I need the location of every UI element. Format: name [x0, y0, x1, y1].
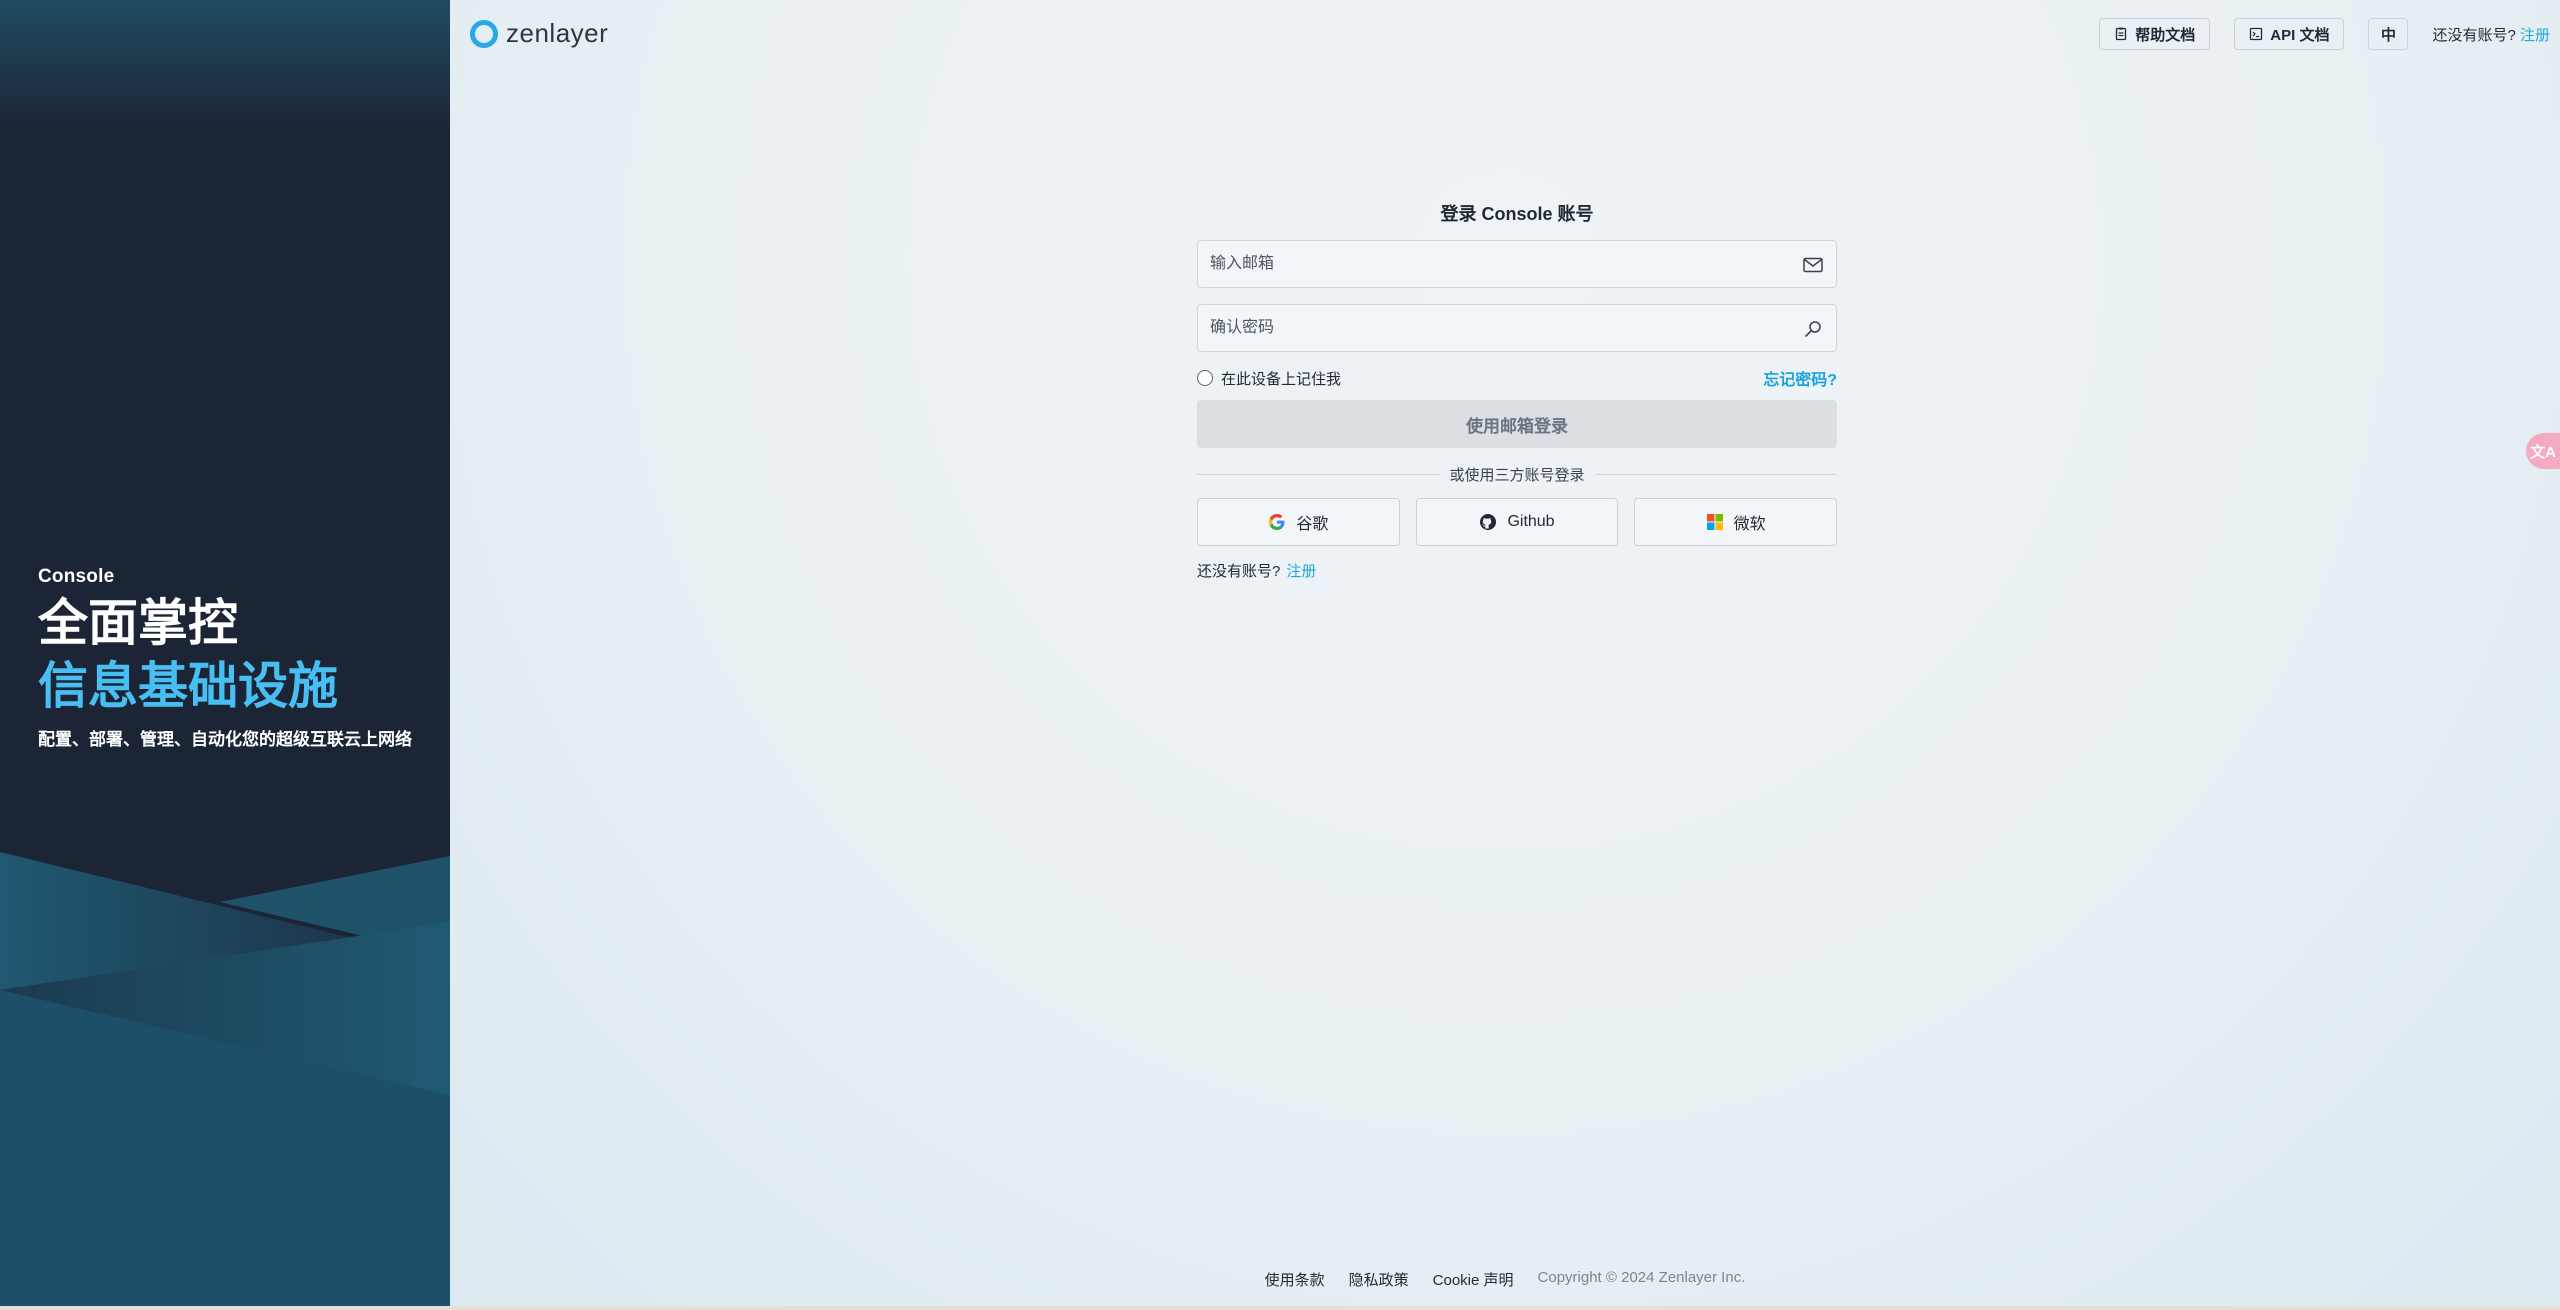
social-login-row: 谷歌 Github 微软 [1197, 498, 1838, 546]
document-icon [2116, 27, 2127, 41]
cookie-link[interactable]: Cookie 声明 [1433, 1269, 1514, 1290]
login-form: 登录 Console 账号 在此设备上记住我 忘记密码? 使用邮箱登录 或使用三… [1197, 200, 1838, 581]
key-icon[interactable] [1802, 318, 1824, 340]
logo[interactable]: zenlayer [470, 18, 608, 49]
microsoft-login-label: 微软 [1733, 516, 1766, 533]
logo-text: zenlayer [506, 18, 609, 48]
form-no-account-text: 还没有账号? [1197, 563, 1281, 580]
help-docs-button[interactable]: 帮助文档 [2099, 18, 2211, 50]
brand-panel: Console 全面掌控 信息基础设施 配置、部署、管理、自动化您的超级互联云上… [0, 0, 450, 1306]
footer: 使用条款 隐私政策 Cookie 声明 Copyright © 2024 Zen… [450, 1269, 2560, 1290]
terminal-icon [2250, 27, 2263, 41]
top-no-account-text: 还没有账号? [2432, 26, 2516, 44]
github-login-button[interactable]: Github [1415, 498, 1619, 546]
brand-title-line2: 信息基础设施 [38, 657, 338, 714]
translate-icon: 文A [2530, 443, 2556, 461]
translate-float-button[interactable]: 文A [2526, 433, 2560, 469]
brand-eyebrow: Console [38, 566, 115, 587]
mail-icon [1803, 257, 1823, 273]
google-login-label: 谷歌 [1296, 516, 1329, 533]
main-area: zenlayer 帮助文档 API 文档 中 还没有账号? 注册 登录 Cons… [450, 0, 2560, 1306]
copyright-text: Copyright © 2024 Zenlayer Inc. [1537, 1269, 1746, 1286]
password-field-wrapper [1197, 304, 1837, 352]
google-login-button[interactable]: 谷歌 [1197, 498, 1400, 546]
email-field-wrapper [1197, 240, 1837, 288]
third-party-divider: 或使用三方账号登录 [1197, 462, 1837, 486]
login-title: 登录 Console 账号 [1440, 204, 1594, 224]
privacy-link[interactable]: 隐私政策 [1349, 1269, 1409, 1290]
language-toggle[interactable]: 中 [2368, 18, 2409, 50]
form-signup-line: 还没有账号? 注册 [1197, 560, 1837, 581]
email-login-button[interactable]: 使用邮箱登录 [1197, 400, 1837, 448]
email-input[interactable] [1198, 241, 1836, 287]
top-signup-link[interactable]: 注册 [2520, 27, 2550, 44]
brand-subtitle: 配置、部署、管理、自动化您的超级互联云上网络 [38, 730, 412, 749]
microsoft-icon [1706, 514, 1723, 530]
help-docs-label: 帮助文档 [2135, 26, 2196, 44]
remember-me-label: 在此设备上记住我 [1221, 370, 1342, 388]
github-icon [1480, 514, 1497, 530]
remember-me-radio[interactable] [1197, 370, 1213, 386]
password-input[interactable] [1198, 305, 1836, 351]
divider-label: 或使用三方账号登录 [1449, 466, 1585, 484]
google-icon [1269, 514, 1285, 530]
bottom-edge [0, 1306, 2560, 1310]
top-actions: 帮助文档 API 文档 中 还没有账号? 注册 [2099, 18, 2550, 50]
zenlayer-logo-icon [470, 19, 498, 48]
microsoft-login-button[interactable]: 微软 [1634, 498, 1838, 546]
api-docs-label: API 文档 [2270, 26, 2330, 44]
form-signup-link[interactable]: 注册 [1286, 563, 1316, 580]
github-login-label: Github [1507, 513, 1555, 530]
login-options: 在此设备上记住我 忘记密码? [1197, 366, 1837, 390]
remember-me[interactable]: 在此设备上记住我 [1197, 368, 1341, 389]
brand-title-line1: 全面掌控 [38, 595, 238, 651]
api-docs-button[interactable]: API 文档 [2234, 18, 2345, 50]
terms-link[interactable]: 使用条款 [1265, 1269, 1325, 1290]
forgot-password-link[interactable]: 忘记密码? [1763, 366, 1837, 390]
top-signup: 还没有账号? 注册 [2432, 24, 2550, 45]
